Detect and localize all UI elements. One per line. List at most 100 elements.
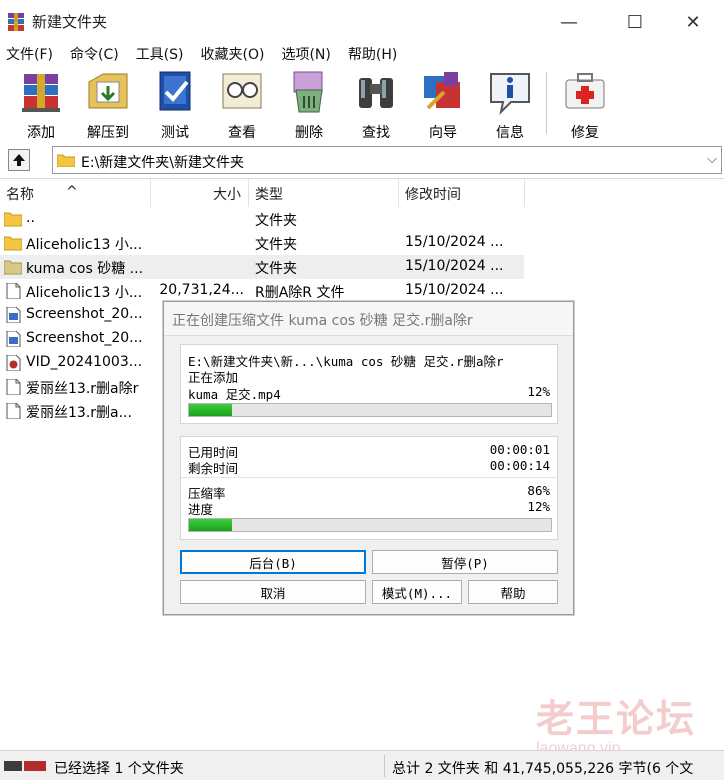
find-button[interactable]: 查找 xyxy=(343,68,409,141)
address-field[interactable]: E:\新建文件夹\新建文件夹 ⌵ xyxy=(52,146,722,174)
list-item[interactable]: Aliceholic13 小... 20,731,24... R删A除R 文件 … xyxy=(0,279,524,303)
minimize-icon: — xyxy=(560,11,578,33)
arrow-up-icon xyxy=(13,154,25,166)
toolbar-separator xyxy=(546,72,547,134)
extract-to-icon xyxy=(88,73,128,109)
menu-file[interactable]: 文件(F) xyxy=(6,44,53,64)
background-button[interactable]: 后台(B) xyxy=(180,550,366,574)
chevron-down-icon[interactable]: ⌵ xyxy=(707,152,717,167)
view-icon xyxy=(222,73,262,109)
menu-bar: 文件(F) 命令(C) 工具(S) 收藏夹(O) 选项(N) 帮助(H) xyxy=(0,42,724,66)
test-button[interactable]: 测试 xyxy=(142,68,208,141)
total-progress-fill xyxy=(189,519,233,531)
view-button[interactable]: 查看 xyxy=(209,68,275,141)
column-divider[interactable] xyxy=(398,179,399,207)
menu-options[interactable]: 选项(N) xyxy=(281,44,330,64)
total-status: 总计 2 文件夹 和 41,745,055,226 字节(6 个文 xyxy=(392,761,694,777)
maximize-button[interactable]: ☐ xyxy=(612,8,658,36)
info-button[interactable]: 信息 xyxy=(477,68,543,141)
column-header: 名称 ^ 大小 类型 修改时间 xyxy=(0,179,724,207)
file-icon xyxy=(6,403,21,419)
maximize-icon: ☐ xyxy=(626,11,644,33)
selection-status: 已经选择 1 个文件夹 xyxy=(54,761,184,777)
folder-icon xyxy=(4,236,22,251)
drive-status-icon xyxy=(4,761,46,771)
repair-icon xyxy=(565,73,605,109)
list-item[interactable]: Aliceholic13 小... 文件夹 15/10/2024 ... xyxy=(0,231,524,255)
column-divider[interactable] xyxy=(150,179,151,207)
file-progress-group: E:\新建文件夹\新...\kuma cos 砂糖 足交.r删a除r 正在添加 … xyxy=(180,344,558,424)
file-icon xyxy=(6,283,21,299)
address-path: E:\新建文件夹\新建文件夹 xyxy=(81,155,244,171)
info-label: 信息 xyxy=(496,125,524,141)
extract-to-label: 解压到 xyxy=(87,125,129,141)
watermark-text: 老王论坛 xyxy=(536,697,697,741)
mode-button[interactable]: 模式(M)... xyxy=(372,580,462,604)
find-icon xyxy=(359,78,393,108)
ratio-value: 86% xyxy=(527,483,550,498)
menu-commands[interactable]: 命令(C) xyxy=(70,44,119,64)
elapsed-value: 00:00:01 xyxy=(489,442,550,457)
folder-icon xyxy=(4,260,22,275)
extract-to-button[interactable]: 解压到 xyxy=(75,68,141,141)
minimize-button[interactable]: — xyxy=(546,8,592,36)
file-icon xyxy=(6,379,21,395)
toolbar: 添加 解压到 测试 查看 删除 查找 向导 信息 修复 xyxy=(0,66,724,142)
window-title: 新建文件夹 xyxy=(32,13,108,31)
current-file: kuma 足交.mp4 xyxy=(188,387,281,402)
file-percent: 12% xyxy=(527,384,550,399)
add-archive-icon xyxy=(22,74,60,112)
column-name[interactable]: 名称 xyxy=(6,184,34,204)
file-progress-bar xyxy=(188,403,552,417)
column-divider[interactable] xyxy=(248,179,249,207)
dialog-title-bar[interactable]: 正在创建压缩文件 kuma cos 砂糖 足交.r删a除r xyxy=(164,302,573,336)
cancel-button[interactable]: 取消 xyxy=(180,580,366,604)
column-divider[interactable] xyxy=(524,179,525,207)
menu-favorites[interactable]: 收藏夹(O) xyxy=(201,44,265,64)
wizard-icon xyxy=(424,72,460,110)
video-icon xyxy=(6,355,21,371)
overall-progress-group: 已用时间 00:00:01 剩余时间 00:00:14 压缩率 86% 进度 1… xyxy=(180,436,558,540)
group-divider xyxy=(181,477,557,478)
delete-button[interactable]: 删除 xyxy=(276,68,342,141)
status-divider xyxy=(384,755,385,777)
add-button[interactable]: 添加 xyxy=(8,68,74,141)
help-button[interactable]: 帮助 xyxy=(468,580,558,604)
menu-help[interactable]: 帮助(H) xyxy=(348,44,397,64)
view-label: 查看 xyxy=(228,125,256,141)
column-modified[interactable]: 修改时间 xyxy=(405,184,461,204)
wizard-button[interactable]: 向导 xyxy=(410,68,476,141)
total-progress-bar xyxy=(188,518,552,532)
remaining-label: 剩余时间 xyxy=(188,461,239,476)
find-label: 查找 xyxy=(362,125,390,141)
remaining-value: 00:00:14 xyxy=(489,458,550,473)
file-progress-fill xyxy=(189,404,233,416)
progress-value: 12% xyxy=(527,499,550,514)
progress-label: 进度 xyxy=(188,502,214,517)
sort-ascending-icon: ^ xyxy=(66,184,78,200)
info-icon xyxy=(490,73,530,116)
image-icon xyxy=(6,307,21,323)
column-size[interactable]: 大小 xyxy=(213,184,241,204)
column-type[interactable]: 类型 xyxy=(255,184,283,204)
dialog-title: 正在创建压缩文件 kuma cos 砂糖 足交.r删a除r xyxy=(172,313,473,329)
compression-progress-dialog: 正在创建压缩文件 kuma cos 砂糖 足交.r删a除r E:\新建文件夹\新… xyxy=(163,301,574,615)
list-item[interactable]: .. 文件夹 xyxy=(0,207,524,231)
status-bar: 已经选择 1 个文件夹 总计 2 文件夹 和 41,745,055,226 字节… xyxy=(0,750,724,780)
folder-icon xyxy=(57,154,75,167)
up-one-level-button[interactable] xyxy=(8,149,30,171)
test-icon xyxy=(159,71,191,111)
list-item-selected[interactable]: kuma cos 砂糖 ... 文件夹 15/10/2024 ... xyxy=(0,255,524,279)
delete-label: 删除 xyxy=(295,125,323,141)
menu-tools[interactable]: 工具(S) xyxy=(136,44,184,64)
add-label: 添加 xyxy=(27,125,55,141)
title-bar: 新建文件夹 — ☐ ✕ xyxy=(0,0,724,42)
image-icon xyxy=(6,331,21,347)
delete-icon xyxy=(293,71,323,113)
close-button[interactable]: ✕ xyxy=(670,8,716,36)
address-row: E:\新建文件夹\新建文件夹 ⌵ xyxy=(0,145,724,175)
close-icon: ✕ xyxy=(685,11,701,33)
repair-button[interactable]: 修复 xyxy=(552,68,618,141)
pause-button[interactable]: 暂停(P) xyxy=(372,550,558,574)
folder-icon xyxy=(4,212,22,227)
